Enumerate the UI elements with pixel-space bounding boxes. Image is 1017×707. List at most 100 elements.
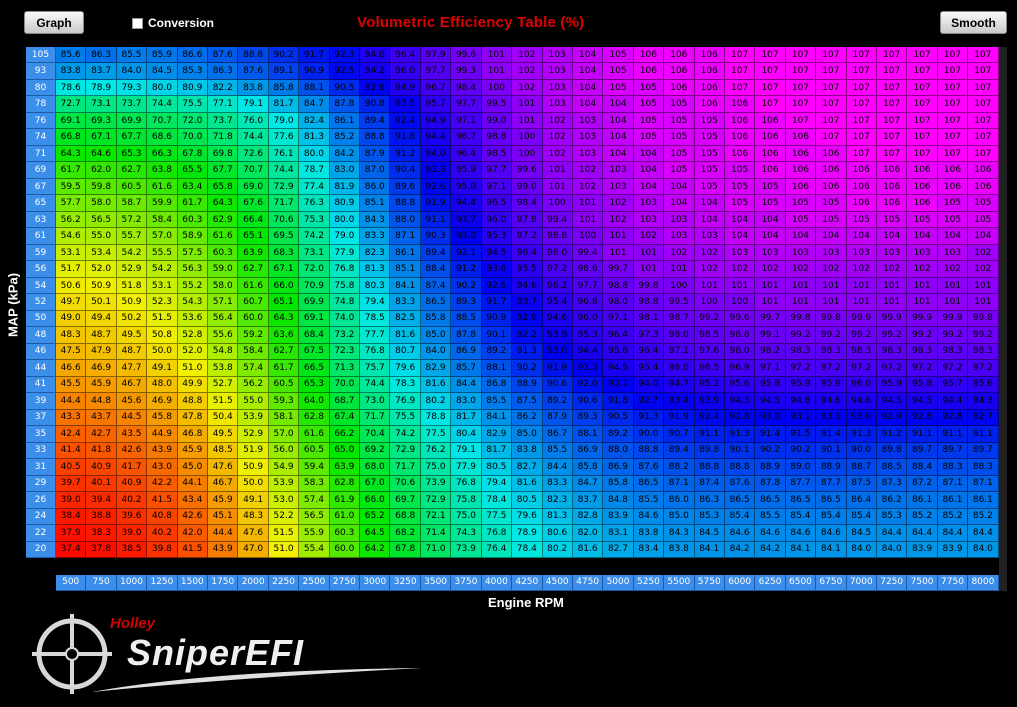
ve-cell[interactable]: 88.4 — [907, 459, 938, 476]
ve-cell[interactable]: 65.1 — [238, 228, 269, 245]
ve-cell[interactable]: 78.4 — [481, 492, 513, 509]
ve-cell[interactable]: 94.7 — [664, 376, 695, 394]
ve-cell[interactable]: 75.0 — [420, 459, 452, 476]
ve-cell[interactable]: 105 — [664, 145, 695, 163]
ve-cell[interactable]: 92.4 — [390, 112, 421, 130]
ve-cell[interactable]: 103 — [694, 228, 725, 245]
ve-cell[interactable]: 103 — [755, 244, 786, 262]
ve-cell[interactable]: 46.9 — [86, 360, 117, 377]
ve-cell[interactable]: 47.0 — [238, 541, 269, 559]
ve-cell[interactable]: 84.0 — [968, 541, 999, 559]
ve-cell[interactable]: 57.0 — [147, 228, 178, 245]
ve-cell[interactable]: 60.5 — [268, 376, 300, 394]
ve-cell[interactable]: 85.2 — [907, 508, 938, 526]
ve-cell[interactable]: 99.5 — [481, 96, 513, 113]
ve-cell[interactable]: 66.8 — [56, 129, 87, 146]
ve-cell[interactable]: 102 — [694, 244, 725, 262]
ve-cell[interactable]: 69.9 — [299, 294, 330, 311]
ve-cell[interactable]: 53.1 — [56, 244, 87, 262]
ve-cell[interactable]: 87.6 — [633, 459, 665, 476]
ve-cell[interactable]: 93.1 — [603, 376, 634, 394]
ve-cell[interactable]: 99.4 — [572, 244, 604, 262]
ve-cell[interactable]: 89.2 — [481, 343, 513, 361]
ve-cell[interactable]: 97.8 — [512, 211, 543, 229]
ve-cell[interactable]: 84.3 — [360, 211, 391, 229]
ve-cell[interactable]: 50.9 — [86, 277, 117, 295]
ve-cell[interactable]: 103 — [603, 162, 634, 179]
ve-cell[interactable]: 50.6 — [56, 277, 87, 295]
ve-cell[interactable]: 98.1 — [633, 310, 665, 328]
ve-cell[interactable]: 104 — [846, 228, 877, 245]
ve-cell[interactable]: 94.6 — [785, 393, 817, 410]
ve-cell[interactable]: 66.0 — [360, 492, 391, 509]
ve-cell[interactable]: 106 — [633, 63, 665, 80]
ve-cell[interactable]: 80.3 — [360, 277, 391, 295]
ve-cell[interactable]: 88.2 — [664, 459, 695, 476]
ve-cell[interactable]: 42.0 — [177, 525, 209, 542]
ve-cell[interactable]: 107 — [968, 112, 999, 130]
ve-cell[interactable]: 38.4 — [56, 508, 87, 526]
ve-cell[interactable]: 54.9 — [268, 459, 300, 476]
ve-cell[interactable]: 89.7 — [968, 442, 999, 460]
ve-cell[interactable]: 101 — [846, 294, 877, 311]
ve-cell[interactable]: 92.8 — [724, 409, 756, 427]
ve-cell[interactable]: 83.8 — [238, 79, 269, 97]
ve-cell[interactable]: 82.9 — [420, 360, 452, 377]
ve-cell[interactable]: 61.6 — [299, 426, 330, 443]
ve-cell[interactable]: 46.9 — [147, 393, 178, 410]
ve-cell[interactable]: 84.1 — [481, 409, 513, 427]
ve-cell[interactable]: 61.7 — [268, 360, 300, 377]
ve-cell[interactable]: 62.9 — [208, 211, 239, 229]
ve-cell[interactable]: 52.7 — [208, 376, 239, 394]
ve-cell[interactable]: 97.2 — [785, 360, 817, 377]
ve-cell[interactable]: 84.4 — [451, 376, 482, 394]
ve-cell[interactable]: 105 — [907, 211, 938, 229]
ve-cell[interactable]: 76.3 — [299, 195, 330, 212]
ve-cell[interactable]: 97.2 — [907, 360, 938, 377]
ve-cell[interactable]: 84.6 — [633, 508, 665, 526]
ve-cell[interactable]: 107 — [907, 79, 938, 97]
ve-cell[interactable]: 88.8 — [238, 47, 269, 64]
ve-cell[interactable]: 83.8 — [664, 541, 695, 559]
ve-cell[interactable]: 69.8 — [208, 145, 239, 163]
ve-cell[interactable]: 106 — [907, 195, 938, 212]
ve-cell[interactable]: 105 — [968, 211, 999, 229]
ve-cell[interactable]: 94.5 — [755, 393, 786, 410]
ve-cell[interactable]: 106 — [694, 79, 725, 97]
ve-cell[interactable]: 107 — [846, 129, 877, 146]
ve-cell[interactable]: 65.3 — [116, 145, 148, 163]
ve-cell[interactable]: 95.9 — [816, 376, 847, 394]
ve-cell[interactable]: 60.3 — [177, 211, 209, 229]
ve-cell[interactable]: 95.7 — [937, 376, 969, 394]
ve-cell[interactable]: 50.0 — [238, 475, 269, 493]
ve-cell[interactable]: 49.4 — [86, 310, 117, 328]
ve-cell[interactable]: 107 — [785, 96, 817, 113]
ve-cell[interactable]: 98.6 — [572, 261, 604, 278]
ve-cell[interactable]: 86.8 — [481, 376, 513, 394]
ve-cell[interactable]: 67.0 — [360, 475, 391, 493]
ve-cell[interactable]: 107 — [846, 112, 877, 130]
ve-cell[interactable]: 83.9 — [603, 508, 634, 526]
ve-cell[interactable]: 40.1 — [86, 475, 117, 493]
ve-cell[interactable]: 107 — [785, 79, 817, 97]
ve-cell[interactable]: 37.9 — [56, 525, 87, 542]
ve-cell[interactable]: 81.6 — [512, 475, 543, 493]
ve-cell[interactable]: 98.4 — [451, 79, 482, 97]
ve-cell[interactable]: 99.8 — [785, 310, 817, 328]
ve-cell[interactable]: 74.2 — [390, 426, 421, 443]
ve-cell[interactable]: 107 — [968, 145, 999, 163]
ve-cell[interactable]: 59.0 — [208, 261, 239, 278]
ve-cell[interactable]: 107 — [937, 129, 969, 146]
ve-cell[interactable]: 88.9 — [755, 459, 786, 476]
ve-cell[interactable]: 96.4 — [633, 343, 665, 361]
ve-cell[interactable]: 67.7 — [116, 129, 148, 146]
ve-cell[interactable]: 56.5 — [86, 211, 117, 229]
ve-cell[interactable]: 105 — [968, 195, 999, 212]
ve-cell[interactable]: 107 — [907, 63, 938, 80]
ve-cell[interactable]: 54.2 — [147, 261, 178, 278]
ve-cell[interactable]: 81.6 — [420, 376, 452, 394]
ve-cell[interactable]: 96.0 — [481, 211, 513, 229]
ve-cell[interactable]: 74.0 — [329, 310, 361, 328]
ve-cell[interactable]: 104 — [816, 228, 847, 245]
ve-cell[interactable]: 107 — [816, 63, 847, 80]
